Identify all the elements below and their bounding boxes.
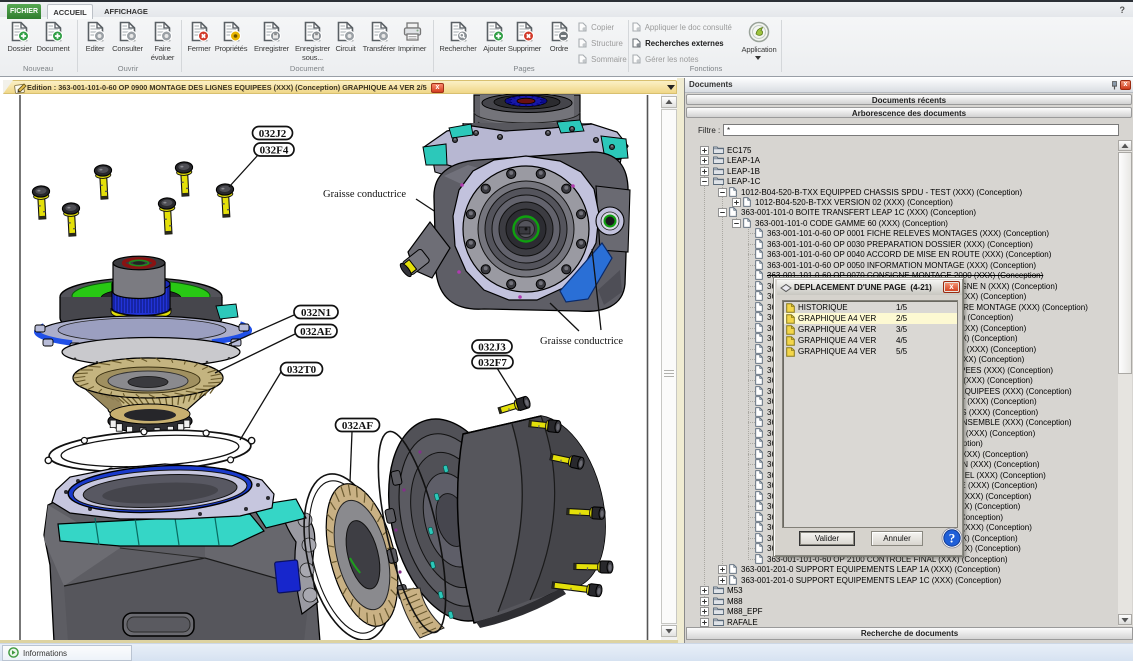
svg-text:032F4: 032F4	[260, 144, 289, 156]
svg-text:Graisse conductrice: Graisse conductrice	[323, 189, 406, 200]
svg-text:032J3: 032J3	[478, 341, 506, 353]
svg-text:032AE: 032AE	[300, 326, 332, 338]
svg-text:Graisse conductrice: Graisse conductrice	[540, 336, 623, 347]
svg-text:032N1: 032N1	[301, 307, 331, 319]
svg-text:032F7: 032F7	[478, 357, 507, 369]
svg-text:032T0: 032T0	[287, 364, 317, 376]
svg-text:032AF: 032AF	[342, 420, 373, 432]
svg-text:032J2: 032J2	[259, 128, 287, 140]
svg-text:?: ?	[949, 531, 956, 546]
